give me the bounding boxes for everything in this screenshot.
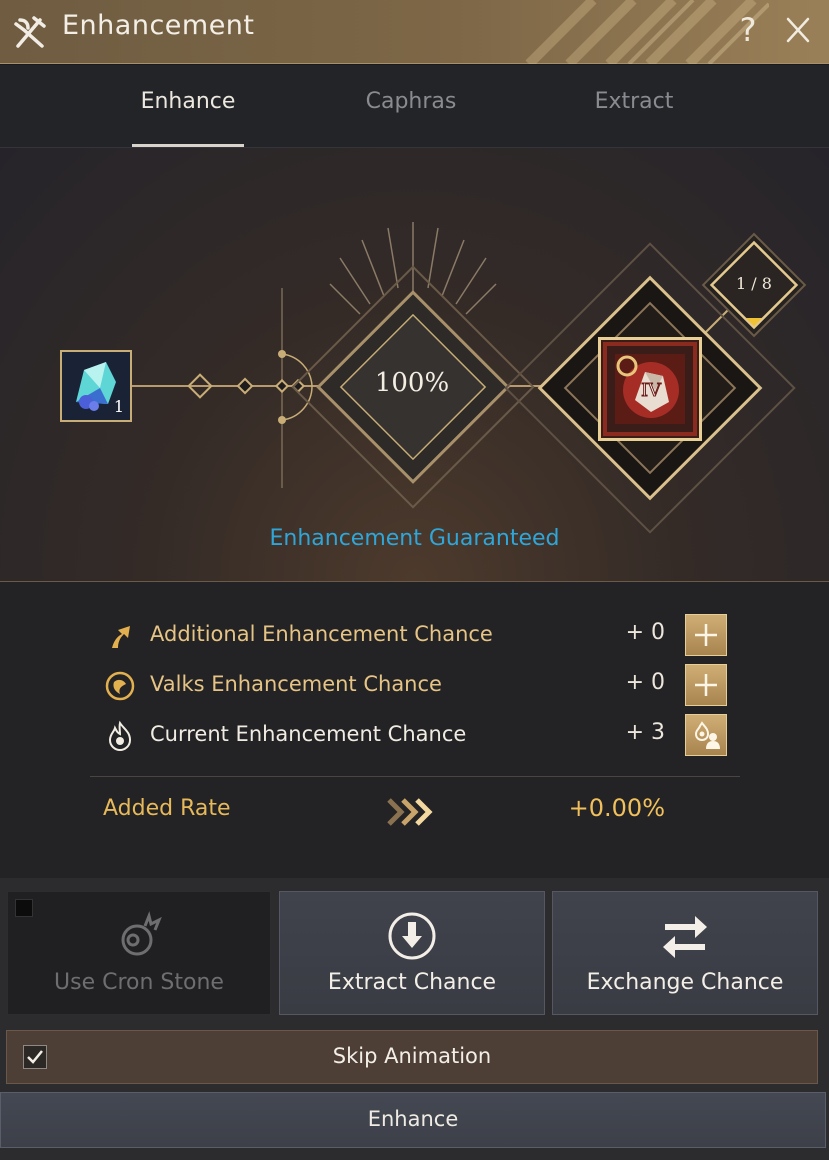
target-grade: IV xyxy=(641,380,662,401)
material-slot[interactable]: 1 xyxy=(60,350,132,422)
add-icon xyxy=(695,624,717,646)
enhancement-status: Enhancement Guaranteed xyxy=(269,526,560,551)
action-panel: Use Cron Stone Extract Chance Exchange C… xyxy=(0,878,829,1160)
tab-caphras[interactable]: Caphras xyxy=(341,89,481,114)
tab-extract[interactable]: Extract xyxy=(564,89,704,114)
cron-stone-label: Use Cron Stone xyxy=(54,970,224,995)
swap-arrows-icon xyxy=(663,916,707,958)
stat-value: + 0 xyxy=(625,670,665,695)
title-bar-pattern xyxy=(525,0,769,64)
download-circle-icon xyxy=(388,912,436,960)
stats-panel: Additional Enhancement Chance + 0 Valks … xyxy=(0,582,829,878)
material-count: 1 xyxy=(113,397,124,416)
stats-divider xyxy=(90,776,740,777)
stat-row-additional: Additional Enhancement Chance + 0 xyxy=(100,614,730,658)
stat-row-current: Current Enhancement Chance + 3 xyxy=(100,714,730,758)
hammer-tools-icon xyxy=(14,16,46,48)
extract-chance-button[interactable]: Extract Chance xyxy=(279,891,545,1015)
target-item-icon: IV xyxy=(603,342,697,436)
add-additional-chance-button[interactable] xyxy=(685,614,727,656)
stat-label: Additional Enhancement Chance xyxy=(150,622,493,646)
success-rate: 100% xyxy=(374,368,450,398)
stat-label: Valks Enhancement Chance xyxy=(150,672,442,696)
stack-progress: 1 / 8 xyxy=(736,274,772,293)
manage-stack-button[interactable] xyxy=(685,714,727,756)
added-rate-value: +0.00% xyxy=(568,794,665,822)
title-bar: Enhancement ? xyxy=(0,0,829,64)
added-rate-label: Added Rate xyxy=(103,796,231,821)
window-title: Enhancement xyxy=(62,10,255,41)
arrow-up-icon xyxy=(112,626,130,648)
stat-value: + 0 xyxy=(625,620,665,645)
chevrons-right-icon xyxy=(387,798,433,826)
help-button[interactable]: ? xyxy=(733,10,763,50)
target-item-slot[interactable]: IV xyxy=(598,337,702,441)
flame-icon xyxy=(108,720,132,752)
extract-chance-label: Extract Chance xyxy=(327,970,497,995)
enhance-button[interactable]: Enhance xyxy=(0,1092,826,1148)
exchange-chance-button[interactable]: Exchange Chance xyxy=(552,891,818,1015)
use-cron-stone-button[interactable]: Use Cron Stone xyxy=(7,891,271,1015)
exchange-chance-label: Exchange Chance xyxy=(586,970,784,995)
cron-stone-icon xyxy=(121,911,162,956)
tab-bar: Enhance Caphras Extract xyxy=(0,65,829,148)
enhancement-stage: 1 100% IV 1 / 8 Enhancement Guaranteed xyxy=(0,148,829,582)
stat-label: Current Enhancement Chance xyxy=(150,722,467,746)
stat-value: + 3 xyxy=(625,720,665,745)
stat-row-valks: Valks Enhancement Chance + 0 xyxy=(100,664,730,708)
enhance-label: Enhance xyxy=(367,1107,459,1131)
skip-animation-toggle[interactable]: Skip Animation xyxy=(6,1030,818,1084)
add-valks-chance-button[interactable] xyxy=(685,664,727,706)
add-icon xyxy=(695,674,717,696)
tab-enhance[interactable]: Enhance xyxy=(118,89,258,114)
stack-manage-icon xyxy=(694,721,720,749)
cron-stone-checkbox[interactable] xyxy=(15,899,33,917)
close-icon[interactable] xyxy=(780,10,816,50)
skip-animation-label: Skip Animation xyxy=(332,1044,492,1068)
valks-globe-icon xyxy=(105,671,135,701)
active-tab-indicator xyxy=(132,144,244,147)
